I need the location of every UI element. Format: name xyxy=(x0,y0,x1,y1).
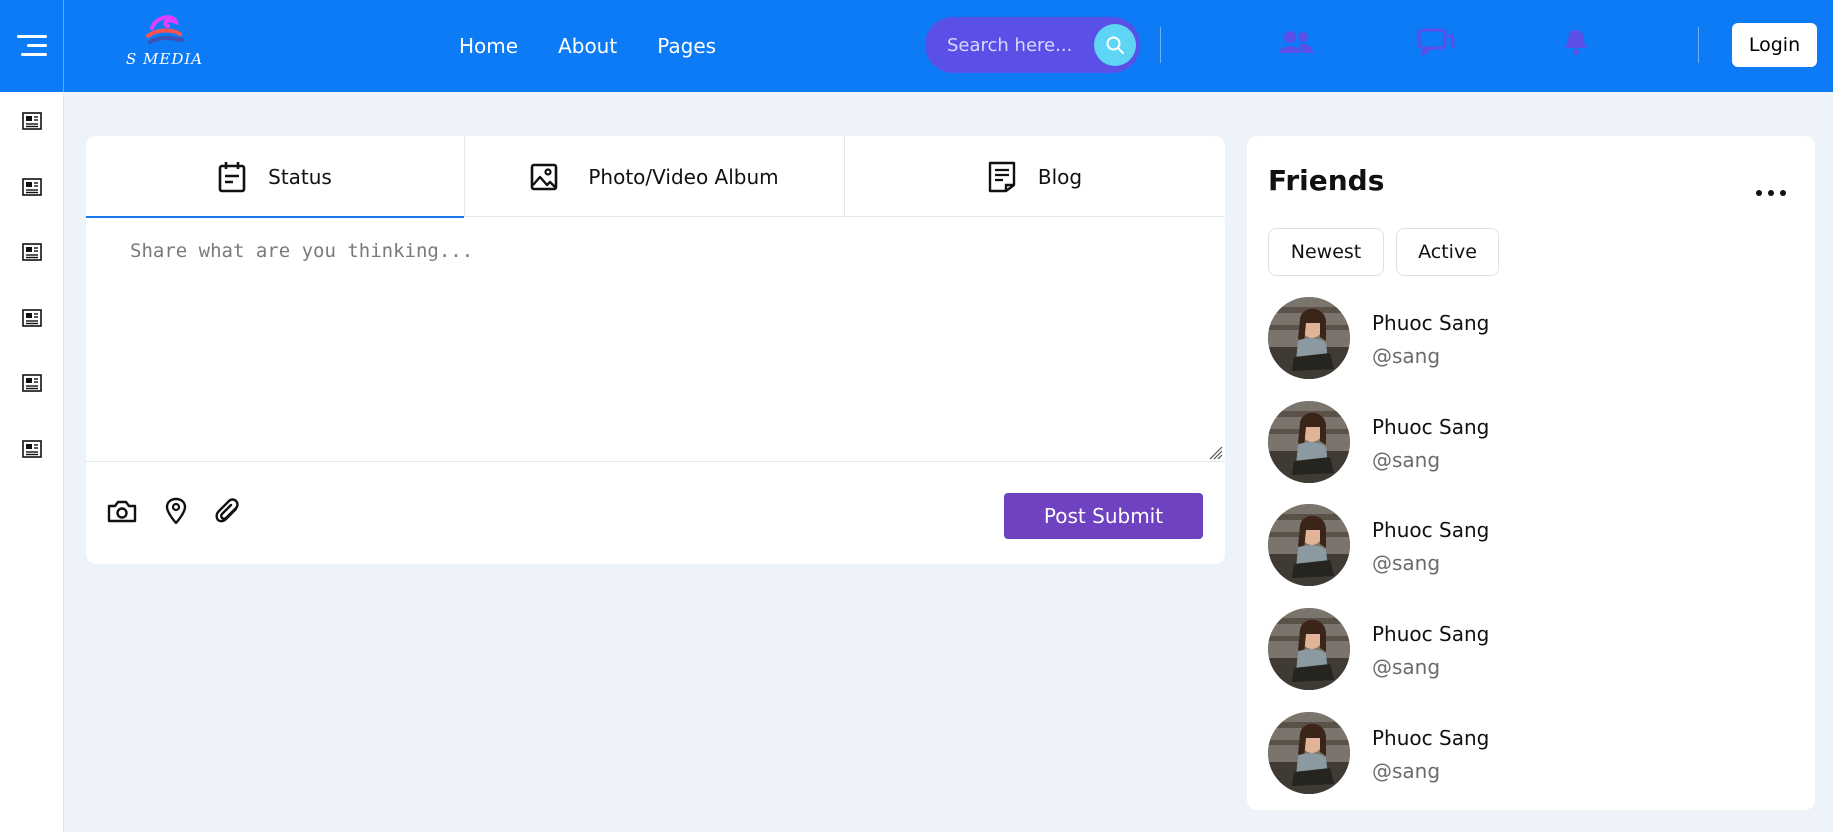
tab-photo-video-album[interactable]: Photo/Video Album xyxy=(465,136,845,217)
nav-about-link[interactable]: About xyxy=(558,34,617,58)
avatar xyxy=(1268,297,1350,379)
messages-button[interactable] xyxy=(1417,27,1455,57)
more-options-button[interactable] xyxy=(1756,188,1786,198)
friend-handle: @sang xyxy=(1372,448,1441,472)
newspaper-icon[interactable] xyxy=(22,178,42,196)
friend-handle: @sang xyxy=(1372,655,1441,679)
friends-panel: Friends Newest Active Phuoc Sang @sang P… xyxy=(1247,136,1815,810)
friend-name: Phuoc Sang xyxy=(1372,518,1490,542)
dot-icon xyxy=(1780,190,1786,196)
friend-handle: @sang xyxy=(1372,344,1441,368)
document-icon xyxy=(988,161,1016,193)
logo-mark-icon xyxy=(146,15,184,44)
friend-name: Phuoc Sang xyxy=(1372,726,1490,750)
location-pin-icon xyxy=(165,497,187,525)
post-composer: Status Photo/Video Album Blog Share what… xyxy=(86,136,1225,564)
header-divider xyxy=(1160,27,1161,63)
friend-item[interactable]: Phuoc Sang @sang xyxy=(1268,712,1788,796)
avatar xyxy=(1268,504,1350,586)
friends-icon xyxy=(1279,31,1313,53)
add-location-button[interactable] xyxy=(160,496,192,526)
bell-icon xyxy=(1565,30,1587,55)
friend-item[interactable]: Phuoc Sang @sang xyxy=(1268,401,1788,485)
filter-newest-button[interactable]: Newest xyxy=(1268,228,1384,276)
hamburger-icon xyxy=(16,35,47,56)
avatar xyxy=(1268,401,1350,483)
avatar xyxy=(1268,712,1350,794)
newspaper-icon[interactable] xyxy=(22,112,42,130)
logo[interactable]: S MEDIA xyxy=(122,14,218,74)
friends-title: Friends xyxy=(1268,164,1385,197)
top-header: S MEDIA Home About Pages Search here... … xyxy=(0,0,1833,92)
friend-name: Phuoc Sang xyxy=(1372,415,1490,439)
newspaper-icon[interactable] xyxy=(22,243,42,261)
dot-icon xyxy=(1768,190,1774,196)
friend-item[interactable]: Phuoc Sang @sang xyxy=(1268,608,1788,692)
newspaper-icon[interactable] xyxy=(22,374,42,392)
resize-grip-icon[interactable] xyxy=(1207,444,1223,460)
friend-item[interactable]: Phuoc Sang @sang xyxy=(1268,504,1788,588)
paperclip-icon xyxy=(215,498,239,523)
nav-pages-link[interactable]: Pages xyxy=(657,34,716,58)
tab-label: Blog xyxy=(1037,164,1083,189)
friend-handle: @sang xyxy=(1372,759,1441,783)
friends-button[interactable] xyxy=(1277,27,1315,57)
login-button[interactable]: Login xyxy=(1732,23,1817,67)
notifications-button[interactable] xyxy=(1557,27,1595,57)
main-nav: Home About Pages xyxy=(459,0,756,92)
avatar xyxy=(1268,608,1350,690)
post-textarea[interactable] xyxy=(86,218,1225,462)
logo-text: S MEDIA xyxy=(126,50,204,68)
camera-icon xyxy=(107,500,137,523)
search-icon xyxy=(1106,36,1124,54)
friend-handle: @sang xyxy=(1372,551,1441,575)
image-icon xyxy=(530,163,558,191)
newspaper-icon[interactable] xyxy=(22,440,42,458)
calendar-icon xyxy=(218,161,246,193)
header-divider xyxy=(1698,27,1699,63)
search-box xyxy=(925,17,1140,73)
search-input[interactable] xyxy=(947,31,1087,59)
friend-name: Phuoc Sang xyxy=(1372,622,1490,646)
post-submit-button[interactable]: Post Submit xyxy=(1004,493,1203,539)
messages-icon xyxy=(1417,28,1455,56)
friend-name: Phuoc Sang xyxy=(1372,311,1490,335)
search-button[interactable] xyxy=(1094,24,1136,66)
attach-file-button[interactable] xyxy=(212,496,244,526)
menu-toggle-button[interactable] xyxy=(0,0,64,92)
newspaper-icon[interactable] xyxy=(22,309,42,327)
composer-tabs: Status Photo/Video Album Blog xyxy=(86,136,1225,218)
add-photo-button[interactable] xyxy=(106,496,138,526)
tab-label: Status xyxy=(268,164,332,189)
dot-icon xyxy=(1756,190,1762,196)
tab-label: Photo/Video Album xyxy=(588,164,779,189)
left-sidebar xyxy=(0,92,64,832)
friend-item[interactable]: Phuoc Sang @sang xyxy=(1268,297,1788,381)
filter-active-button[interactable]: Active xyxy=(1396,228,1499,276)
nav-home-link[interactable]: Home xyxy=(459,34,518,58)
tab-status[interactable]: Status xyxy=(86,136,465,218)
tab-blog[interactable]: Blog xyxy=(845,136,1225,217)
